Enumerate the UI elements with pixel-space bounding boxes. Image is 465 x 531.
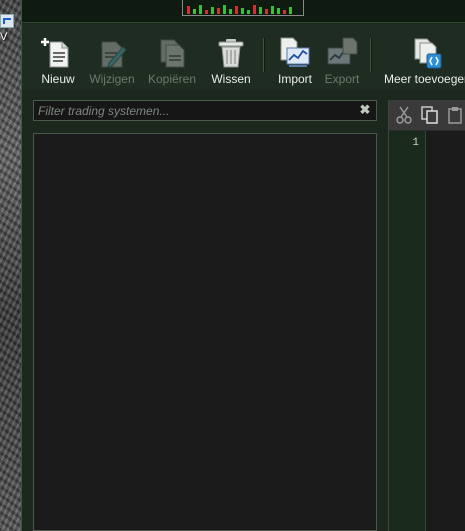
edit-document-icon [101,41,127,68]
line-number-gutter: 1 [389,131,426,531]
edit-button[interactable]: Wijzigen [86,34,138,88]
desktop-shortcut-icon[interactable] [0,14,14,28]
new-button[interactable]: Nieuw [34,34,82,88]
new-document-icon [41,38,69,68]
toolbar-separator [263,38,265,72]
copy-button[interactable]: Kopiëren [144,34,200,88]
copy-button-label: Kopiëren [147,72,197,86]
import-chart-icon [280,37,310,67]
add-more-icon [414,38,442,69]
export-chart-icon [327,37,358,65]
delete-button-label: Wissen [211,72,251,86]
add-more-button[interactable]: Meer toevoegen [384,34,465,88]
copy-document-icon [160,39,185,68]
filter-box: ✖ [33,100,377,121]
copy-icon[interactable] [420,105,440,125]
edit-button-label: Wijzigen [89,72,135,86]
line-number: 1 [412,137,419,149]
cut-icon[interactable] [394,105,414,125]
export-button-label: Export [324,72,360,86]
toolbar-separator [370,38,372,72]
desktop-background: V [0,0,21,531]
clear-filter-icon[interactable]: ✖ [358,102,372,118]
trading-systems-list[interactable] [33,133,377,531]
paste-icon[interactable] [446,105,465,125]
import-button-label: Import [277,72,312,86]
import-button[interactable]: Import [272,34,318,88]
chart-thumbnail [182,0,304,16]
filter-input[interactable] [34,101,354,120]
app-window: Nieuw Wijzigen Kopiëren Wissen Import Ex… [21,0,465,531]
code-area[interactable] [426,131,465,531]
add-more-button-label: Meer toevoegen [384,72,465,86]
main-toolbar: Nieuw Wijzigen Kopiëren Wissen Import Ex… [22,24,465,90]
chart-preview-strip [22,0,465,23]
trash-icon [218,39,244,68]
desktop-shortcut-label: V [0,31,8,43]
export-button[interactable]: Export [320,34,364,88]
new-button-label: Nieuw [41,72,75,86]
editor-toolbar [389,100,465,131]
code-editor-panel: 1 [388,100,465,531]
delete-button[interactable]: Wissen [206,34,256,88]
